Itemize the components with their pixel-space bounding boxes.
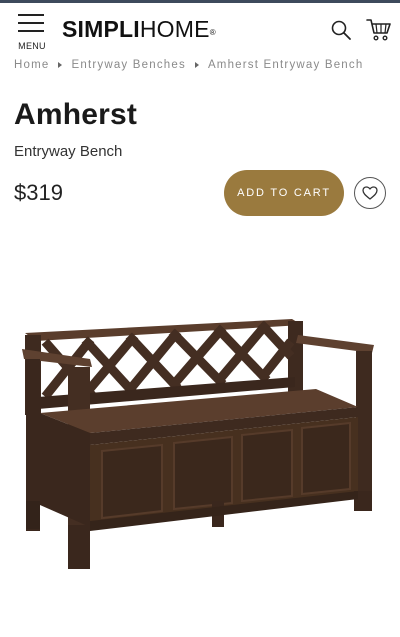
- search-icon: [331, 20, 351, 40]
- breadcrumb-entryway-benches[interactable]: Entryway Benches: [71, 59, 185, 71]
- breadcrumb-current-product[interactable]: Amherst Entryway Bench: [208, 59, 364, 71]
- cart-button[interactable]: [366, 18, 392, 42]
- cart-icon: [366, 19, 391, 41]
- add-to-cart-button[interactable]: ADD TO CART: [224, 170, 344, 216]
- search-button[interactable]: [330, 19, 352, 41]
- breadcrumb-separator-icon: [58, 62, 63, 68]
- hamburger-bar: [18, 30, 44, 32]
- product-category: Entryway Bench: [14, 143, 123, 160]
- logo-part-simpli: SIMPLI: [62, 16, 140, 42]
- hamburger-menu-icon: [18, 14, 44, 16]
- menu-label: MENU: [18, 41, 46, 51]
- menu-button[interactable]: MENU: [14, 11, 50, 51]
- wishlist-button[interactable]: [354, 177, 386, 209]
- site-logo[interactable]: SIMPLIHOME®: [62, 15, 216, 43]
- bench-illustration: [22, 319, 374, 569]
- logo-registered-mark: ®: [209, 28, 216, 37]
- product-price: $319: [14, 180, 63, 205]
- breadcrumb: Home Entryway Benches Amherst Entryway B…: [14, 57, 394, 73]
- site-header: MENU SIMPLIHOME®: [0, 3, 400, 51]
- product-title: Amherst: [14, 98, 138, 131]
- breadcrumb-separator-icon: [194, 62, 199, 68]
- breadcrumb-home[interactable]: Home: [14, 59, 49, 71]
- heart-icon: [362, 186, 378, 200]
- hamburger-bar: [18, 22, 44, 24]
- logo-part-home: HOME: [139, 16, 210, 42]
- product-image[interactable]: [20, 305, 380, 575]
